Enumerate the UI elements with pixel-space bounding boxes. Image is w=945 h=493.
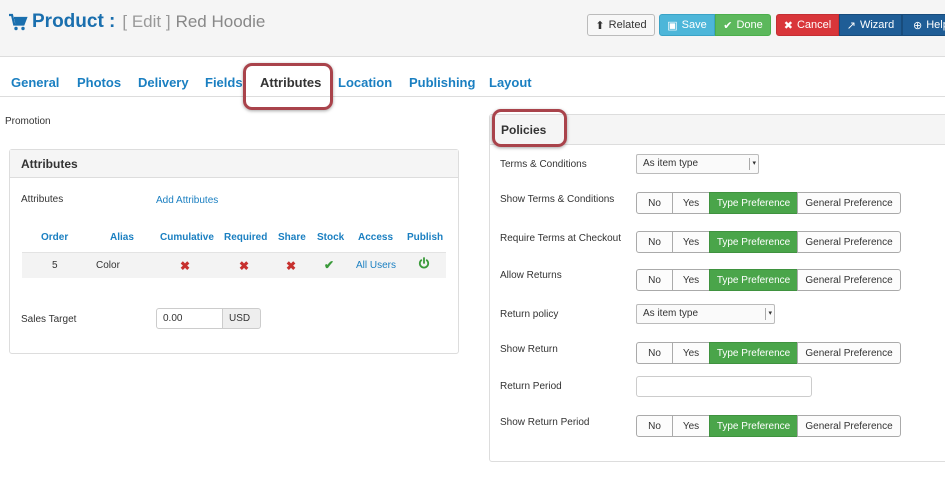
option-yes[interactable]: Yes bbox=[672, 342, 710, 364]
option-yes[interactable]: Yes bbox=[672, 415, 710, 437]
dropdown-arrow-icon: ▾ bbox=[749, 158, 756, 170]
save-button[interactable]: ▣ Save bbox=[659, 14, 715, 36]
column-header-publish[interactable]: Publish bbox=[407, 232, 443, 243]
tab-general[interactable]: General bbox=[11, 75, 59, 90]
show-terms-toggle: No Yes Type Preference General Preferenc… bbox=[636, 192, 901, 214]
close-icon: ✖ bbox=[783, 19, 793, 32]
allow-returns-label: Allow Returns bbox=[500, 270, 562, 281]
add-attributes-link[interactable]: Add Attributes bbox=[156, 195, 218, 206]
help-button-label: Help bbox=[926, 19, 945, 31]
attributes-label: Attributes bbox=[21, 194, 64, 205]
column-header-required[interactable]: Required bbox=[224, 232, 267, 243]
wizard-button-label: Wizard bbox=[859, 19, 895, 31]
option-no[interactable]: No bbox=[636, 415, 673, 437]
magic-wand-icon: ↗ bbox=[846, 19, 856, 32]
column-header-order[interactable]: Order bbox=[41, 232, 68, 243]
return-period-label: Return Period bbox=[500, 381, 562, 392]
terms-select[interactable]: As item type ▾ bbox=[636, 154, 759, 174]
required-no-icon[interactable]: ✖ bbox=[239, 259, 249, 273]
option-no[interactable]: No bbox=[636, 342, 673, 364]
show-terms-label: Show Terms & Conditions bbox=[500, 194, 615, 205]
option-general-preference[interactable]: General Preference bbox=[797, 192, 901, 214]
return-policy-select-value: As item type bbox=[643, 308, 699, 319]
require-terms-label: Require Terms at Checkout bbox=[500, 233, 621, 244]
tab-layout[interactable]: Layout bbox=[489, 75, 532, 90]
allow-returns-toggle: No Yes Type Preference General Preferenc… bbox=[636, 269, 901, 291]
row-alias[interactable]: Color bbox=[96, 260, 120, 271]
related-button[interactable]: ⬆ Related bbox=[587, 14, 655, 36]
share-no-icon[interactable]: ✖ bbox=[286, 259, 296, 273]
currency-addon: USD bbox=[222, 308, 261, 329]
tab-bar: General Photos Delivery Fields Attribute… bbox=[0, 57, 945, 97]
tab-photos[interactable]: Photos bbox=[77, 75, 121, 90]
tab-publishing[interactable]: Publishing bbox=[409, 75, 475, 90]
tab-fields[interactable]: Fields bbox=[205, 75, 243, 90]
page-title: Product : [ Edit ] Red Hoodie bbox=[8, 11, 265, 33]
row-access-link[interactable]: All Users bbox=[356, 260, 396, 271]
shopping-cart-icon bbox=[9, 13, 28, 31]
option-yes[interactable]: Yes bbox=[672, 231, 710, 253]
page-title-text: Product : bbox=[32, 11, 116, 32]
column-header-share[interactable]: Share bbox=[278, 232, 306, 243]
edit-label: [ Edit ] bbox=[122, 12, 171, 31]
item-name: Red Hoodie bbox=[175, 12, 266, 31]
show-return-period-label: Show Return Period bbox=[500, 417, 590, 428]
column-header-cumulative[interactable]: Cumulative bbox=[160, 232, 214, 243]
attributes-tab-highlight bbox=[243, 63, 333, 110]
floppy-icon: ▣ bbox=[667, 19, 678, 32]
column-header-stock[interactable]: Stock bbox=[317, 232, 344, 243]
option-type-preference[interactable]: Type Preference bbox=[709, 231, 798, 253]
option-type-preference[interactable]: Type Preference bbox=[709, 192, 798, 214]
lifebuoy-icon: ⊕ bbox=[913, 19, 923, 32]
check-icon: ✔ bbox=[723, 19, 733, 32]
show-return-label: Show Return bbox=[500, 344, 558, 355]
option-type-preference[interactable]: Type Preference bbox=[709, 415, 798, 437]
done-button[interactable]: ✔ Done bbox=[715, 14, 771, 36]
dropdown-arrow-icon: ▾ bbox=[765, 308, 772, 320]
publish-power-icon[interactable] bbox=[418, 257, 430, 269]
option-type-preference[interactable]: Type Preference bbox=[709, 342, 798, 364]
option-general-preference[interactable]: General Preference bbox=[797, 342, 901, 364]
page-header: Product : [ Edit ] Red Hoodie ⬆ Related … bbox=[0, 0, 945, 57]
option-general-preference[interactable]: General Preference bbox=[797, 415, 901, 437]
cancel-button[interactable]: ✖ Cancel bbox=[776, 14, 839, 36]
tab-location[interactable]: Location bbox=[338, 75, 392, 90]
option-no[interactable]: No bbox=[636, 269, 673, 291]
wizard-button[interactable]: ↗ Wizard bbox=[839, 14, 902, 36]
show-return-period-toggle: No Yes Type Preference General Preferenc… bbox=[636, 415, 901, 437]
option-type-preference[interactable]: Type Preference bbox=[709, 269, 798, 291]
help-button[interactable]: ⊕ Help bbox=[902, 14, 945, 36]
return-policy-select[interactable]: As item type ▾ bbox=[636, 304, 775, 324]
tab-delivery[interactable]: Delivery bbox=[138, 75, 189, 90]
terms-select-value: As item type bbox=[643, 158, 699, 169]
related-button-label: Related bbox=[608, 19, 647, 31]
option-general-preference[interactable]: General Preference bbox=[797, 231, 901, 253]
save-button-label: Save bbox=[681, 19, 707, 31]
return-period-input[interactable] bbox=[636, 376, 812, 397]
sales-target-label: Sales Target bbox=[21, 314, 77, 325]
option-general-preference[interactable]: General Preference bbox=[797, 269, 901, 291]
row-order: 5 bbox=[52, 260, 58, 271]
cumulative-no-icon[interactable]: ✖ bbox=[180, 259, 190, 273]
return-policy-label: Return policy bbox=[500, 309, 559, 320]
arrow-up-icon: ⬆ bbox=[595, 19, 605, 32]
option-yes[interactable]: Yes bbox=[672, 269, 710, 291]
column-header-alias[interactable]: Alias bbox=[110, 232, 134, 243]
show-return-toggle: No Yes Type Preference General Preferenc… bbox=[636, 342, 901, 364]
option-no[interactable]: No bbox=[636, 192, 673, 214]
option-yes[interactable]: Yes bbox=[672, 192, 710, 214]
policies-highlight bbox=[492, 109, 567, 147]
option-no[interactable]: No bbox=[636, 231, 673, 253]
promotion-label: Promotion bbox=[5, 116, 51, 127]
terms-label: Terms & Conditions bbox=[500, 159, 587, 170]
done-button-label: Done bbox=[736, 19, 763, 31]
require-terms-toggle: No Yes Type Preference General Preferenc… bbox=[636, 231, 901, 253]
cancel-button-label: Cancel bbox=[796, 19, 832, 31]
column-header-access[interactable]: Access bbox=[358, 232, 393, 243]
stock-yes-icon[interactable]: ✔ bbox=[324, 258, 334, 272]
attributes-panel-title: Attributes bbox=[10, 150, 458, 178]
sales-target-input[interactable]: 0.00 bbox=[156, 308, 223, 329]
